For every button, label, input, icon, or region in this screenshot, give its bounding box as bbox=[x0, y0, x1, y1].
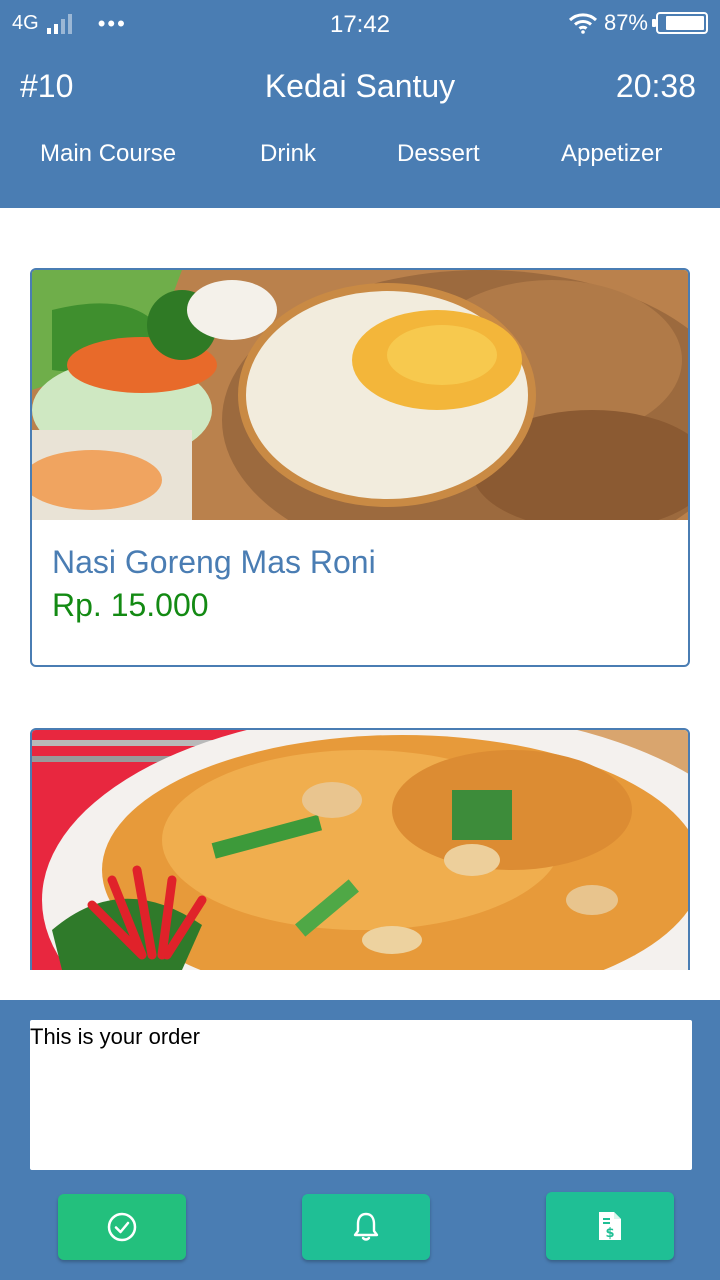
header-clock: 20:38 bbox=[615, 68, 696, 104]
menu-item-info: Nasi Goreng Mas Roni Rp. 15.000 bbox=[32, 520, 688, 624]
bell-icon bbox=[353, 1212, 379, 1241]
battery-icon bbox=[652, 12, 708, 34]
check-circle-icon bbox=[107, 1212, 137, 1242]
bill-icon: $ bbox=[599, 1212, 621, 1241]
tab-appetizer[interactable]: Appetizer bbox=[561, 140, 662, 168]
fried-rice-photo bbox=[32, 270, 688, 520]
tab-main-course[interactable]: Main Course bbox=[40, 140, 176, 168]
category-tabs: Main Course Drink Dessert Appetizer bbox=[0, 140, 720, 172]
status-right: 87% bbox=[568, 10, 708, 36]
tab-drink[interactable]: Drink bbox=[260, 140, 316, 168]
menu-item-card[interactable]: Nasi Goreng Mas Roni Rp. 15.000 bbox=[30, 268, 690, 667]
battery-percent: 87% bbox=[603, 10, 648, 35]
fried-noodles-photo bbox=[32, 730, 688, 970]
app-header: #10 Kedai Santuy 20:38 Main Course Drink… bbox=[0, 48, 720, 208]
menu-item-card[interactable] bbox=[30, 728, 690, 970]
order-panel: This is your order $ bbox=[0, 1000, 720, 1280]
call-waiter-button[interactable] bbox=[302, 1194, 430, 1260]
tab-dessert[interactable]: Dessert bbox=[397, 140, 480, 168]
order-summary-field[interactable]: This is your order bbox=[30, 1020, 692, 1170]
menu-list[interactable]: Nasi Goreng Mas Roni Rp. 15.000 bbox=[0, 208, 720, 970]
item-price: Rp. 15.000 bbox=[52, 587, 209, 623]
app-title: Kedai Santuy bbox=[264, 68, 456, 104]
status-bar: 4G ••• 17:42 87% bbox=[0, 0, 720, 48]
confirm-order-button[interactable] bbox=[58, 1194, 186, 1260]
item-name: Nasi Goreng Mas Roni bbox=[52, 544, 376, 580]
request-bill-button[interactable]: $ bbox=[546, 1192, 674, 1260]
svg-text:$: $ bbox=[605, 1226, 614, 1241]
wifi-icon bbox=[568, 13, 597, 34]
